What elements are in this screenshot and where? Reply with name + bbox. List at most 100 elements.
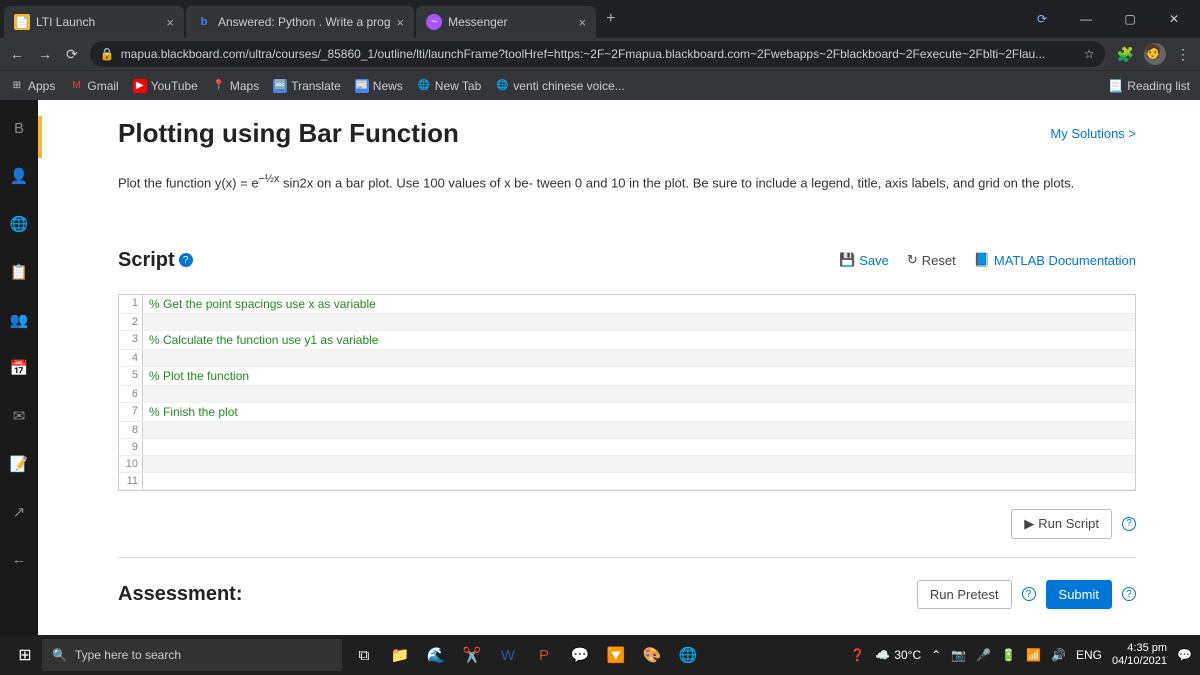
close-icon[interactable]: × [166,15,174,30]
gmail-bookmark[interactable]: MGmail [69,79,118,93]
newtab-bookmark[interactable]: 🌐New Tab [417,79,481,93]
main-content: ✕ Plotting using Bar Function My Solutio… [38,100,1200,635]
sidebar-icon[interactable]: 👥 [10,311,29,329]
run-pretest-button[interactable]: Run Pretest [917,580,1012,609]
tab-favicon: b [196,14,212,30]
camera-icon[interactable]: 📷 [951,648,966,662]
back-button[interactable]: ← [10,46,24,63]
chrome-icon: 🌐 [417,79,431,93]
browser-tab[interactable]: ~ Messenger × [416,6,596,38]
snip-icon[interactable]: ✂️ [458,641,486,669]
search-input[interactable]: 🔍 Type here to search [42,639,342,671]
youtube-bookmark[interactable]: ▶YouTube [133,79,198,93]
edge-icon[interactable]: 🌊 [422,641,450,669]
chevron-up-icon[interactable]: ⌃ [931,648,941,662]
close-icon[interactable]: × [397,15,405,30]
explorer-icon[interactable]: 📁 [386,641,414,669]
play-icon: ▶ [1024,516,1034,532]
book-icon: 📘 [974,252,990,268]
browser-tab[interactable]: 📄 LTI Launch × [4,6,184,38]
help-icon[interactable]: ? [1122,517,1136,531]
submit-button[interactable]: Submit [1046,580,1112,609]
reload-button[interactable]: ⟳ [66,46,78,63]
divider [118,557,1136,558]
venti-bookmark[interactable]: 🌐venti chinese voice... [495,79,624,93]
reading-list-button[interactable]: 📃Reading list [1108,79,1190,93]
avatar-icon[interactable]: 🧑 [1144,43,1166,65]
save-button[interactable]: 💾Save [839,252,889,268]
maximize-button[interactable]: ▢ [1108,0,1152,38]
sidebar-icon[interactable]: 🌐 [10,215,29,233]
cloud-icon: ☁️ [875,648,890,662]
new-tab-button[interactable]: + [598,6,623,32]
news-icon: 📰 [355,79,369,93]
browser-tab[interactable]: b Answered: Python . Write a prog × [186,6,414,38]
assessment-heading: Assessment: [118,583,243,606]
wifi-icon[interactable]: 📶 [1026,648,1041,662]
close-panel-button[interactable]: ✕ [38,116,42,158]
task-view-icon[interactable]: ⧉ [350,641,378,669]
gmail-icon: M [69,79,83,93]
app-icon[interactable]: 🔽 [602,641,630,669]
apps-bookmark[interactable]: ⊞Apps [10,79,55,93]
start-button[interactable]: ⊞ [8,645,42,665]
save-icon: 💾 [839,252,855,268]
help-icon[interactable]: ? [1022,587,1036,601]
maps-icon: 📍 [212,79,226,93]
my-solutions-link[interactable]: My Solutions > [1050,126,1136,141]
menu-icon[interactable]: ⋮ [1176,46,1190,63]
address-bar: ← → ⟳ 🔒 mapua.blackboard.com/ultra/cours… [0,38,1200,70]
windows-taskbar: ⊞ 🔍 Type here to search ⧉ 📁 🌊 ✂️ W P 💬 🔽… [0,635,1200,675]
maps-bookmark[interactable]: 📍Maps [212,79,259,93]
script-heading: Script [118,249,175,272]
translate-bookmark[interactable]: 🔤Translate [273,79,341,93]
language-indicator[interactable]: ENG [1076,648,1102,662]
app-icon[interactable]: 💬 [566,641,594,669]
sidebar-icon[interactable]: ↗ [13,503,26,521]
news-bookmark[interactable]: 📰News [355,79,403,93]
reset-button[interactable]: ↻Reset [907,252,956,268]
translate-icon: 🔤 [273,79,287,93]
apps-icon: ⊞ [10,79,24,93]
weather-widget[interactable]: ☁️30°C [875,648,921,662]
battery-icon[interactable]: 🔋 [1001,648,1016,662]
update-icon[interactable]: ⟳ [1020,0,1064,38]
star-icon[interactable]: ☆ [1084,47,1095,61]
url-input[interactable]: 🔒 mapua.blackboard.com/ultra/courses/_85… [90,41,1105,67]
help-icon[interactable]: ? [1122,587,1136,601]
close-icon[interactable]: × [579,15,587,30]
run-script-button[interactable]: ▶Run Script [1011,509,1112,539]
code-editor[interactable]: 1% Get the point spacings use x as varia… [118,294,1136,491]
minimize-button[interactable]: — [1064,0,1108,38]
tab-title: Answered: Python . Write a prog [218,15,391,29]
sidebar-icon[interactable]: 📅 [10,359,29,377]
help-icon[interactable]: ❓ [850,648,865,662]
word-icon[interactable]: W [494,641,522,669]
notifications-icon[interactable]: 💬 [1177,648,1192,662]
reset-icon: ↻ [907,252,918,268]
browser-tab-strip: 📄 LTI Launch × b Answered: Python . Writ… [0,0,1200,38]
close-window-button[interactable]: ✕ [1152,0,1196,38]
sidebar-icon[interactable]: B [14,120,24,137]
page-title: Plotting using Bar Function [118,118,459,149]
app-icon[interactable]: 🎨 [638,641,666,669]
sidebar-icon[interactable]: 👤 [10,167,29,185]
powerpoint-icon[interactable]: P [530,641,558,669]
tab-title: Messenger [448,15,572,29]
lock-icon: 🔒 [100,47,115,61]
matlab-docs-link[interactable]: 📘MATLAB Documentation [974,252,1136,268]
sidebar-icon[interactable]: ✉ [13,407,26,425]
sidebar-icon[interactable]: 📝 [10,455,29,473]
mic-icon[interactable]: 🎤 [976,648,991,662]
help-icon[interactable]: ? [179,253,193,267]
forward-button[interactable]: → [38,46,52,63]
bookmark-bar: ⊞Apps MGmail ▶YouTube 📍Maps 🔤Translate 📰… [0,70,1200,100]
chrome-icon[interactable]: 🌐 [674,641,702,669]
clock[interactable]: 4:35 pm 04/10/2021 [1112,642,1167,668]
sidebar-icon[interactable]: 📋 [10,263,29,281]
extension-icon[interactable]: 🧩 [1117,46,1134,63]
volume-icon[interactable]: 🔊 [1051,648,1066,662]
tab-favicon: ~ [426,14,442,30]
search-icon: 🔍 [52,648,67,662]
sidebar-icon[interactable]: ← [12,551,27,568]
